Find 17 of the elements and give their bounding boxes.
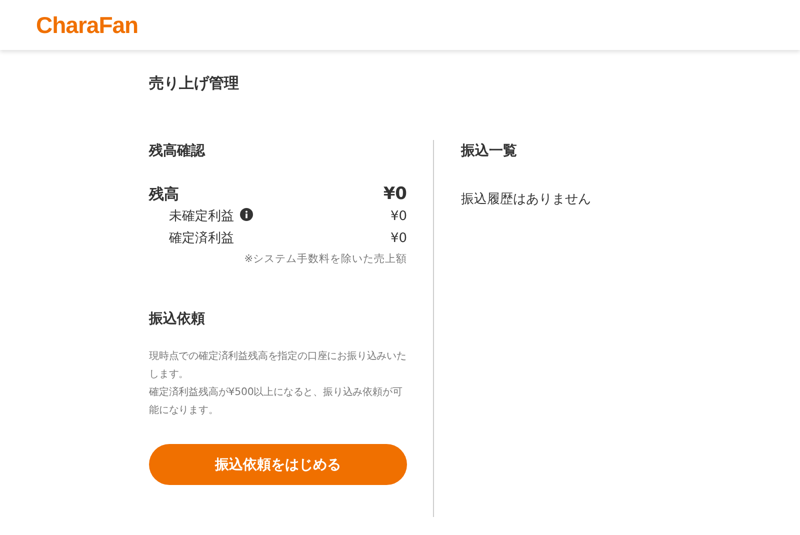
- balance-label: 残高: [149, 184, 179, 204]
- logo[interactable]: CharaFan: [36, 12, 138, 38]
- section-heading: 振込依頼: [149, 310, 206, 328]
- description-text: 現時点での確定済利益残高を指定の口座にお振り込みいたします。: [149, 350, 407, 382]
- description-text: 確定済利益残高が¥500以上になると、振り込み依頼が可能になります。: [149, 386, 404, 418]
- income-value: ¥0: [390, 230, 407, 248]
- fee-note: ※システム手数料を除いた売上額: [244, 253, 407, 265]
- start-transfer-button[interactable]: 振込依頼をはじめる: [149, 444, 407, 485]
- page-title: 売り上げ管理: [149, 74, 240, 92]
- income-label: 未確定利益: [169, 208, 234, 226]
- info-icon[interactable]: [240, 208, 253, 220]
- balance-value: ¥0: [383, 184, 407, 204]
- section-heading: 残高確認: [149, 142, 206, 160]
- income-label: 確定済利益: [169, 230, 234, 248]
- empty-message: 振込履歴はありません: [461, 191, 591, 208]
- section-heading: 振込一覧: [461, 142, 518, 160]
- income-value: ¥0: [390, 208, 407, 226]
